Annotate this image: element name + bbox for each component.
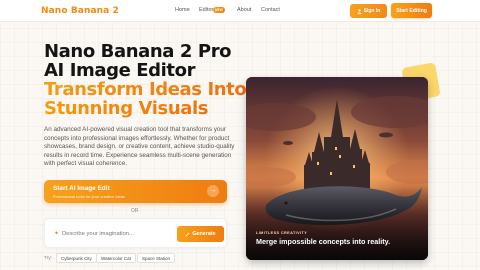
showcase-image-card: LIMITLESS CREATIVITY Merge impossible co… xyxy=(246,77,428,260)
hero-title-line-4: Stunning Visuals xyxy=(44,98,209,119)
sparkle-icon: ✦ xyxy=(54,231,60,237)
nav-link-about[interactable]: About xyxy=(237,7,251,13)
logo[interactable]: Nano Banana 2 xyxy=(41,6,119,16)
sign-in-button[interactable]: Sign In xyxy=(350,4,387,18)
nav-link-contact[interactable]: Contact xyxy=(261,7,280,13)
suggestion-chip[interactable]: Space Station xyxy=(137,253,176,263)
arrow-right-icon: → xyxy=(207,185,219,197)
cta-title: Start AI Image Edit xyxy=(53,185,110,192)
nav-link-home[interactable]: Home xyxy=(175,7,190,13)
prompt-input[interactable] xyxy=(62,228,172,240)
top-nav: Nano Banana 2 Home Editor NEW About Cont… xyxy=(0,0,480,22)
start-editing-button[interactable]: Start Editing xyxy=(391,3,432,18)
generate-button[interactable]: Generate xyxy=(177,226,224,242)
hero-title-line-3: Transform Ideas Into xyxy=(44,79,247,100)
nav-link-editor[interactable]: Editor xyxy=(199,7,213,13)
sign-in-label: Sign In xyxy=(363,8,381,14)
hero-description: An advanced AI-powered visual creation t… xyxy=(44,126,235,168)
magic-wand-icon xyxy=(185,231,191,237)
try-label: Try: xyxy=(44,256,53,261)
new-badge: NEW xyxy=(213,7,225,13)
suggestion-chip[interactable]: Watercolor Cat xyxy=(96,253,136,263)
generate-label: Generate xyxy=(192,231,216,237)
prompt-box: ✦ Generate xyxy=(44,218,227,248)
suggestion-chip[interactable]: Cyberpunk City xyxy=(56,253,97,263)
hero-title-line-1: Nano Banana 2 Pro xyxy=(44,41,232,62)
or-divider: OR xyxy=(131,208,139,214)
showcase-caption: Merge impossible concepts into reality. xyxy=(256,237,391,246)
hero-title-line-2: AI Image Editor xyxy=(44,60,196,81)
user-icon xyxy=(357,8,362,14)
showcase-tag: LIMITLESS CREATIVITY xyxy=(256,231,308,235)
start-ai-image-edit-button[interactable]: Start AI Image Edit Professional tools f… xyxy=(44,180,227,203)
cta-subtitle: Professional tools for your creative ide… xyxy=(53,193,126,199)
